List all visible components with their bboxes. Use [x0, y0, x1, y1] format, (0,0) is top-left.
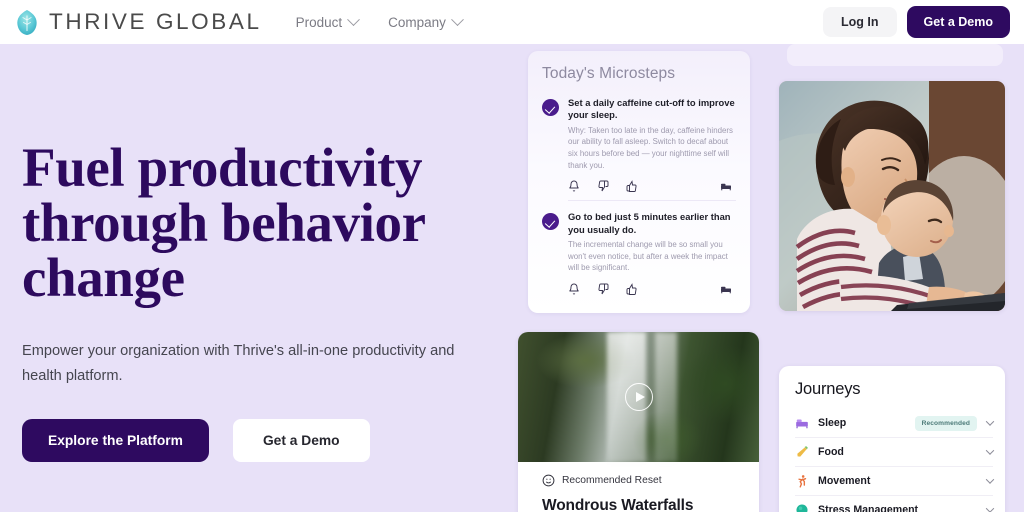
- reset-kicker-label: Recommended Reset: [562, 475, 662, 486]
- waterfall-photo: [518, 332, 759, 462]
- hero-photo-card: [779, 81, 1005, 311]
- page-title: Fuel productivity through behavior chang…: [22, 140, 492, 305]
- bed-icon: [795, 416, 809, 430]
- leaf-logo-icon: [14, 9, 40, 36]
- headline-line-2: through behavior: [22, 192, 426, 253]
- brand-name: THRIVE GLOBAL: [49, 9, 262, 34]
- check-circle-icon[interactable]: [542, 99, 559, 116]
- bed-icon: [720, 282, 732, 294]
- login-button[interactable]: Log In: [823, 7, 897, 37]
- hero-subtitle: Empower your organization with Thrive's …: [22, 343, 455, 384]
- journeys-row-sleep[interactable]: Sleep Recommended: [795, 409, 995, 438]
- header-actions: Log In Get a Demo: [823, 6, 1010, 38]
- nav-item-company[interactable]: Company: [388, 12, 464, 30]
- get-demo-header-button[interactable]: Get a Demo: [906, 6, 1010, 38]
- microstep-item[interactable]: Go to bed just 5 minutes earlier than yo…: [542, 211, 736, 295]
- woman-and-baby-at-laptop-photo: [779, 81, 1005, 311]
- recommended-reset-card[interactable]: Recommended Reset Wondrous Waterfalls Ta…: [518, 332, 759, 512]
- bell-icon[interactable]: [568, 282, 580, 295]
- carrot-icon: [795, 445, 809, 459]
- page-root: THRIVE GLOBAL Product Company Log In Get…: [0, 0, 1024, 512]
- headline-line-1: Fuel productivity: [22, 137, 423, 198]
- journeys-row-label: Food: [818, 446, 844, 458]
- thumbs-down-icon[interactable]: [597, 282, 609, 295]
- hero-copy: Fuel productivity through behavior chang…: [22, 140, 492, 462]
- chevron-down-icon: [347, 12, 361, 26]
- video-meta: Recommended Reset Wondrous Waterfalls Ta…: [518, 462, 759, 512]
- chevron-down-icon[interactable]: [985, 475, 995, 484]
- microstep-headline: Set a daily caffeine cut-off to improve …: [568, 97, 735, 121]
- microsteps-title: Today's Microsteps: [542, 65, 676, 82]
- play-button-icon[interactable]: [624, 383, 653, 411]
- status-badge: Recommended: [914, 415, 977, 431]
- explore-platform-button[interactable]: Explore the Platform: [22, 419, 209, 462]
- journeys-row-food[interactable]: Food: [795, 438, 995, 467]
- chevron-down-icon: [451, 12, 464, 26]
- microstep-actions: [568, 282, 736, 295]
- thumbs-down-icon[interactable]: [597, 179, 609, 192]
- journeys-row-label: Stress Management: [818, 504, 919, 512]
- todays-microsteps-card: Today's Microsteps Set a daily caffeine …: [528, 51, 750, 313]
- get-demo-button[interactable]: Get a Demo: [232, 419, 370, 462]
- microstep-actions: [568, 179, 736, 193]
- journeys-title: Journeys: [795, 380, 861, 398]
- microstep-item[interactable]: Set a daily caffeine cut-off to improve …: [542, 97, 736, 193]
- site-header: THRIVE GLOBAL Product Company Log In Get…: [0, 0, 1024, 44]
- microstep-why: The incremental change will be so small …: [568, 240, 728, 273]
- hero-section: Fuel productivity through behavior chang…: [0, 44, 1024, 512]
- nav-item-product-label: Product: [295, 14, 343, 30]
- thumbs-up-icon[interactable]: [626, 282, 638, 295]
- journeys-row-stress-management[interactable]: Stress Management: [795, 496, 995, 512]
- nav-item-product[interactable]: Product: [295, 12, 361, 30]
- journeys-row-movement[interactable]: Movement: [795, 467, 995, 496]
- video-title: Wondrous Waterfalls: [542, 497, 694, 512]
- teal-circle-icon: [795, 503, 809, 512]
- microstep-why: Why: Taken too late in the day, caffeine…: [568, 125, 733, 170]
- chevron-down-icon[interactable]: [985, 504, 995, 512]
- journeys-row-label: Sleep: [818, 417, 847, 429]
- nav-item-company-label: Company: [388, 14, 446, 30]
- background-card-edge: [787, 44, 1003, 66]
- journeys-card: Journeys Sleep Recommended Food Movement…: [779, 366, 1005, 512]
- bed-icon: [720, 179, 732, 191]
- microstep-body: Go to bed just 5 minutes earlier than yo…: [568, 211, 736, 295]
- brand-logo[interactable]: THRIVE GLOBAL: [14, 9, 262, 36]
- journeys-row-label: Movement: [818, 475, 871, 487]
- chevron-down-icon[interactable]: [985, 446, 995, 455]
- hero-cta-row: Explore the Platform Get a Demo: [22, 419, 492, 462]
- runner-icon: [795, 474, 809, 488]
- chevron-down-icon[interactable]: [985, 417, 995, 426]
- thumbs-up-icon[interactable]: [626, 179, 638, 193]
- smiley-face-icon: [542, 474, 555, 487]
- reset-kicker: Recommended Reset: [542, 474, 735, 487]
- primary-nav: Product Company: [295, 12, 464, 30]
- check-circle-icon[interactable]: [542, 213, 559, 231]
- microstep-body: Set a daily caffeine cut-off to improve …: [568, 97, 736, 193]
- divider: [568, 200, 736, 202]
- headline-line-3: change: [22, 247, 185, 308]
- bell-icon[interactable]: [568, 179, 580, 192]
- microstep-headline: Go to bed just 5 minutes earlier than yo…: [568, 211, 731, 235]
